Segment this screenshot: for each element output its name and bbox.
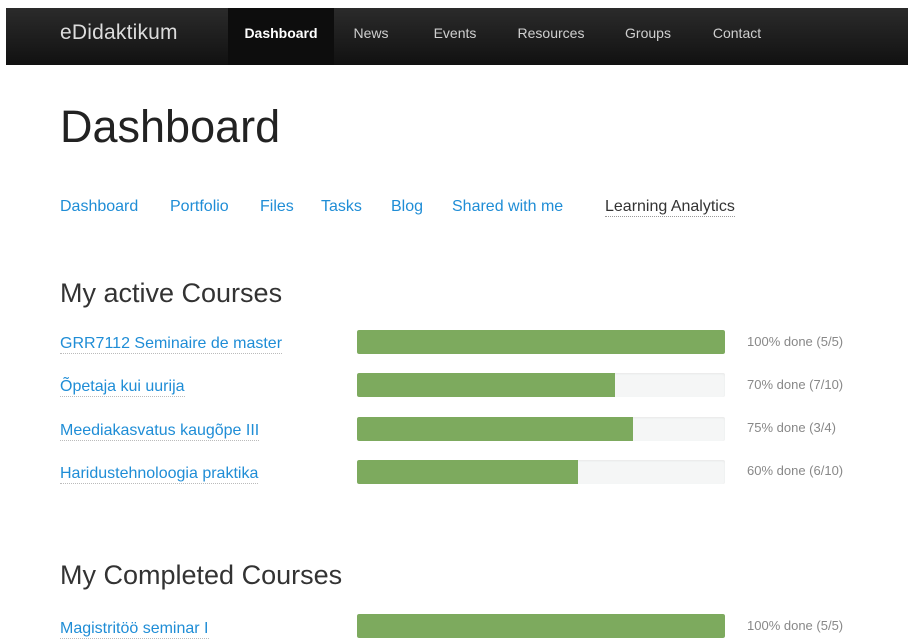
course-link[interactable]: GRR7112 Seminaire de master xyxy=(60,335,283,354)
nav-resources[interactable]: Resources xyxy=(505,8,597,65)
nav-events[interactable]: Events xyxy=(420,8,490,65)
course-link[interactable]: Õpetaja kui uurija xyxy=(60,378,185,397)
completed-courses-title: My Completed Courses xyxy=(60,560,343,590)
course-link[interactable]: Meediakasvatus kaugõpe III xyxy=(60,422,260,441)
subnav-files[interactable]: Files xyxy=(260,198,294,216)
course-progress-bar xyxy=(357,614,725,638)
active-courses-title: My active Courses xyxy=(60,278,283,308)
course-progress-text: 100% done (5/5) xyxy=(747,334,844,349)
nav-contact[interactable]: Contact xyxy=(700,8,774,65)
course-progress-bar xyxy=(357,460,725,484)
top-navbar: eDidaktikum Dashboard News Events Resour… xyxy=(6,8,908,65)
course-progress-fill xyxy=(357,330,725,354)
course-progress-fill xyxy=(357,373,615,397)
course-progress-text: 60% done (6/10) xyxy=(747,463,844,478)
nav-news[interactable]: News xyxy=(340,8,402,65)
course-progress-text: 100% done (5/5) xyxy=(747,618,844,633)
course-progress-fill xyxy=(357,614,725,638)
subnav-dashboard[interactable]: Dashboard xyxy=(60,198,138,216)
course-progress-bar xyxy=(357,373,725,397)
page-title: Dashboard xyxy=(60,101,281,152)
course-link[interactable]: Haridustehnoloogia praktika xyxy=(60,465,259,484)
subnav-shared-with-me[interactable]: Shared with me xyxy=(452,198,563,216)
subnav-tasks[interactable]: Tasks xyxy=(321,198,362,216)
course-progress-text: 70% done (7/10) xyxy=(747,377,844,392)
brand-logo[interactable]: eDidaktikum xyxy=(60,21,178,45)
subnav-portfolio[interactable]: Portfolio xyxy=(170,198,229,216)
course-progress-bar xyxy=(357,330,725,354)
nav-dashboard[interactable]: Dashboard xyxy=(228,8,334,65)
subnav-blog[interactable]: Blog xyxy=(391,198,423,216)
subnav-learning-analytics[interactable]: Learning Analytics xyxy=(605,198,735,217)
course-progress-bar xyxy=(357,417,725,441)
course-progress-fill xyxy=(357,417,633,441)
course-progress-text: 75% done (3/4) xyxy=(747,420,836,435)
course-link[interactable]: Magistritöö seminar I xyxy=(60,620,209,639)
course-progress-fill xyxy=(357,460,578,484)
nav-groups[interactable]: Groups xyxy=(611,8,685,65)
